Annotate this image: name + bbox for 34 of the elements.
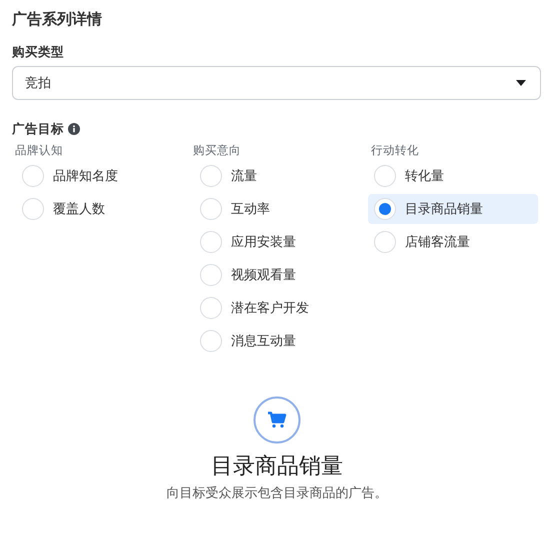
radio-button[interactable] [200, 198, 222, 220]
objective-option[interactable]: 视频观看量 [190, 260, 368, 290]
radio-button[interactable] [200, 297, 222, 319]
radio-button[interactable] [200, 264, 222, 286]
field-label: 购买类型 [12, 43, 65, 61]
info-icon[interactable] [68, 123, 80, 135]
caret-icon [516, 80, 526, 86]
objective-option[interactable]: 消息互动量 [190, 326, 368, 356]
objective-option[interactable]: 覆盖人数 [12, 194, 190, 224]
objective-option[interactable]: 品牌知名度 [12, 161, 190, 191]
radio-button[interactable] [22, 198, 44, 220]
objective-option[interactable]: 应用安装量 [190, 227, 368, 257]
objective-option[interactable]: 潜在客户开发 [190, 293, 368, 323]
objective-option[interactable]: 互动率 [190, 194, 368, 224]
objective-option[interactable]: 流量 [190, 161, 368, 191]
radio-button[interactable] [374, 231, 396, 253]
radio-button[interactable] [200, 330, 222, 352]
buying-type-dropdown[interactable]: 竞拍 [12, 66, 541, 100]
group-heading: 购买意向 [192, 142, 242, 159]
objective-title: 目录商品销量 [211, 453, 343, 481]
objective-option[interactable]: 店铺客流量 [368, 227, 538, 257]
group-heading: 行动转化 [370, 142, 420, 159]
radio-button[interactable] [200, 165, 222, 187]
objective-option[interactable]: 转化量 [368, 161, 538, 191]
objective-description: 向目标受众展示包含目录商品的广告。 [166, 485, 388, 502]
radio-button[interactable] [374, 198, 396, 220]
section-title: 广告系列详情 [12, 9, 103, 30]
cart-icon [253, 396, 301, 444]
radio-button[interactable] [200, 231, 222, 253]
group-heading: 品牌认知 [14, 142, 64, 159]
radio-button[interactable] [374, 165, 396, 187]
radio-button[interactable] [22, 165, 44, 187]
field-label: 广告目标 [12, 120, 64, 138]
objective-option[interactable]: 目录商品销量 [368, 194, 538, 224]
